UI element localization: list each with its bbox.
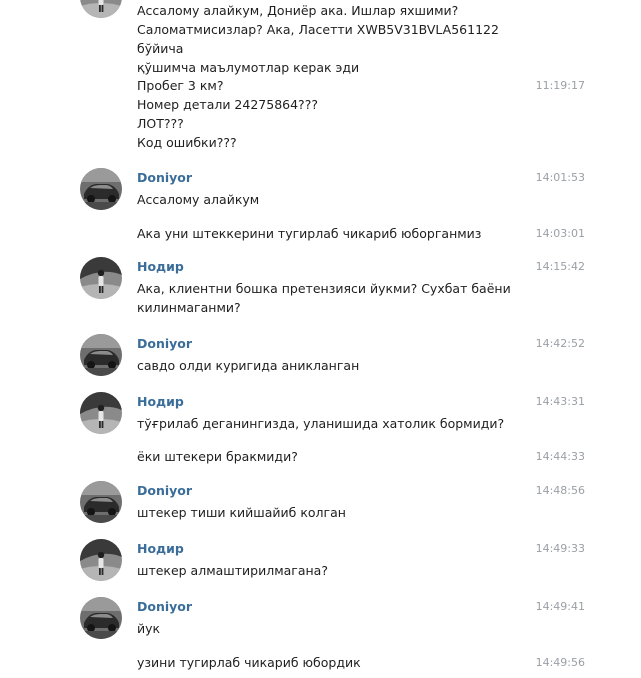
avatar[interactable] bbox=[80, 597, 122, 639]
message-text: ёки штекери бракмиди? bbox=[137, 449, 298, 464]
message-time: 14:49:41 bbox=[535, 600, 585, 613]
avatar[interactable] bbox=[80, 334, 122, 376]
avatar[interactable] bbox=[80, 392, 122, 434]
sender-name[interactable]: Doniyor bbox=[137, 170, 192, 185]
message-time: 14:49:33 bbox=[535, 542, 585, 555]
message-text: Ассалому алайкум bbox=[137, 192, 260, 207]
message-text: тўғрилаб деганингизда, уланишида хатолик… bbox=[137, 416, 505, 431]
message-text: йук bbox=[137, 621, 161, 636]
message-text: Ака уни штеккерини тугирлаб чикариб юбор… bbox=[137, 226, 482, 241]
message-time: 14:44:33 bbox=[535, 450, 585, 463]
message-time: 14:42:52 bbox=[535, 337, 585, 350]
message-time: 14:01:53 bbox=[535, 171, 585, 184]
avatar[interactable] bbox=[80, 539, 122, 581]
message-time: 11:19:17 bbox=[535, 79, 585, 92]
message-time: 14:15:42 bbox=[535, 260, 585, 273]
avatar[interactable] bbox=[80, 168, 122, 210]
message-text: Пробег 3 км? Номер детали 24275864??? ЛО… bbox=[137, 78, 318, 150]
chat-history[interactable]: Ассалому алайкум, Дониёр ака. Ишлар яхши… bbox=[0, 0, 641, 678]
message-text: савдо олди куригида аникланган bbox=[137, 358, 360, 373]
sender-name[interactable]: Нодир bbox=[137, 259, 184, 274]
message-text: Ассалому алайкум, Дониёр ака. Ишлар яхши… bbox=[137, 3, 499, 75]
sender-name[interactable]: Doniyor bbox=[137, 336, 192, 351]
message-text: штекер алмаштирилмагана? bbox=[137, 563, 328, 578]
avatar[interactable] bbox=[80, 0, 122, 18]
sender-name[interactable]: Doniyor bbox=[137, 483, 192, 498]
message-text: узини тугирлаб чикариб юбордик bbox=[137, 655, 361, 670]
sender-name[interactable]: Doniyor bbox=[137, 599, 192, 614]
message-time: 14:49:56 bbox=[535, 656, 585, 669]
message-time: 14:48:56 bbox=[535, 484, 585, 497]
message-text: Ака, клиентни бошка претензияси йукми? С… bbox=[137, 281, 511, 315]
sender-name[interactable]: Нодир bbox=[137, 541, 184, 556]
sender-name[interactable]: Нодир bbox=[137, 394, 184, 409]
avatar[interactable] bbox=[80, 481, 122, 523]
message-time: 14:43:31 bbox=[535, 395, 585, 408]
message-time: 14:03:01 bbox=[535, 227, 585, 240]
message-text: штекер тиши кийшайиб колган bbox=[137, 505, 346, 520]
avatar[interactable] bbox=[80, 257, 122, 299]
